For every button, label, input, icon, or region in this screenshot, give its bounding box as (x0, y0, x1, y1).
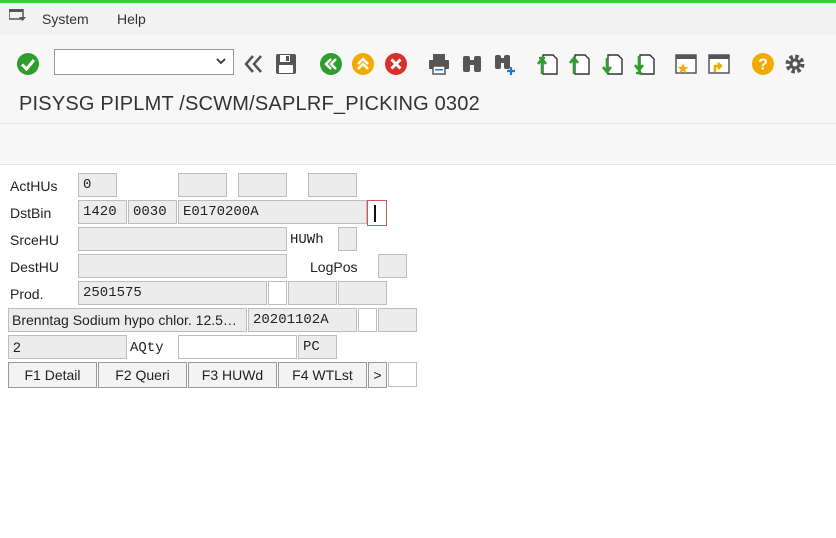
dstbin-storage-type-field: 0030 (128, 200, 177, 224)
more-button[interactable]: > (368, 362, 387, 388)
acthus-extra-field-1 (178, 173, 227, 197)
toolbar: ? (0, 35, 836, 85)
chevron-down-icon[interactable] (215, 55, 227, 67)
command-input[interactable] (59, 50, 213, 74)
f1-detail-button[interactable]: F1 Detail (8, 362, 97, 388)
enter-icon[interactable] (15, 51, 41, 77)
generate-shortcut-icon[interactable] (706, 51, 732, 77)
save-icon[interactable] (273, 51, 299, 77)
acthus-label: ActHUs (10, 178, 58, 194)
unit-field: PC (298, 335, 337, 359)
srcehu-label: SrceHU (10, 232, 60, 248)
menu-system[interactable]: System (42, 11, 89, 27)
dstbin-verification-input[interactable] (367, 200, 387, 226)
dstbin-warehouse-field: 1420 (78, 200, 127, 224)
f3-huwd-button[interactable]: F3 HUWd (188, 362, 277, 388)
settings-icon[interactable] (782, 51, 808, 77)
help-icon[interactable]: ? (750, 51, 776, 77)
last-page-icon[interactable] (632, 51, 658, 77)
dstbin-bin-field: E0170200A (178, 200, 367, 224)
batch-field: 20201102A (248, 308, 357, 332)
product-description-field: Brenntag Sodium hypo chlor. 12.5… (8, 308, 247, 332)
product-extra-field-3 (338, 281, 387, 305)
find-icon[interactable] (459, 51, 485, 77)
f2-queri-button[interactable]: F2 Queri (98, 362, 187, 388)
aqty-label: AQty (130, 340, 164, 356)
huwh-field (338, 227, 357, 251)
product-field: 2501575 (78, 281, 267, 305)
acthus-field: 0 (78, 173, 117, 197)
create-session-icon[interactable] (673, 51, 699, 77)
f4-wtlst-button[interactable]: F4 WTLst (278, 362, 367, 388)
cancel-icon[interactable] (383, 51, 409, 77)
print-icon[interactable] (426, 51, 452, 77)
acthus-extra-field-2 (238, 173, 287, 197)
batch-extra-field-2 (378, 308, 417, 332)
find-next-icon[interactable] (492, 51, 518, 77)
exit-icon[interactable] (350, 51, 376, 77)
logpos-label: LogPos (310, 259, 358, 275)
desthu-label: DestHU (10, 259, 60, 275)
function-code-input[interactable] (388, 362, 417, 387)
dstbin-label: DstBin (10, 205, 52, 221)
menu-help[interactable]: Help (117, 11, 146, 27)
quantity-field: 2 (8, 335, 127, 359)
prod-label: Prod. (10, 286, 44, 302)
page-title: PISYSG PIPLMT /SCWM/SAPLRF_PICKING 0302 (19, 93, 480, 115)
product-extra-field-1 (268, 281, 287, 305)
svg-text:?: ? (758, 57, 768, 74)
first-page-icon[interactable] (535, 51, 561, 77)
previous-page-icon[interactable] (567, 51, 593, 77)
srcehu-field (78, 227, 287, 251)
menu-icon[interactable] (9, 9, 27, 23)
back-icon[interactable] (318, 51, 344, 77)
desthu-field (78, 254, 287, 278)
back-double-icon[interactable] (241, 51, 267, 77)
text-cursor (374, 205, 376, 222)
title-bar: PISYSG PIPLMT /SCWM/SAPLRF_PICKING 0302 (0, 85, 836, 123)
batch-extra-field-1 (358, 308, 377, 332)
aqty-input[interactable] (178, 335, 297, 359)
menu-bar: System Help (0, 3, 836, 35)
command-field[interactable] (54, 49, 234, 75)
application-toolbar (0, 123, 836, 165)
acthus-extra-field-3 (308, 173, 357, 197)
huwh-label: HUWh (290, 232, 324, 248)
product-extra-field-2 (288, 281, 337, 305)
next-page-icon[interactable] (600, 51, 626, 77)
logpos-field (378, 254, 407, 278)
